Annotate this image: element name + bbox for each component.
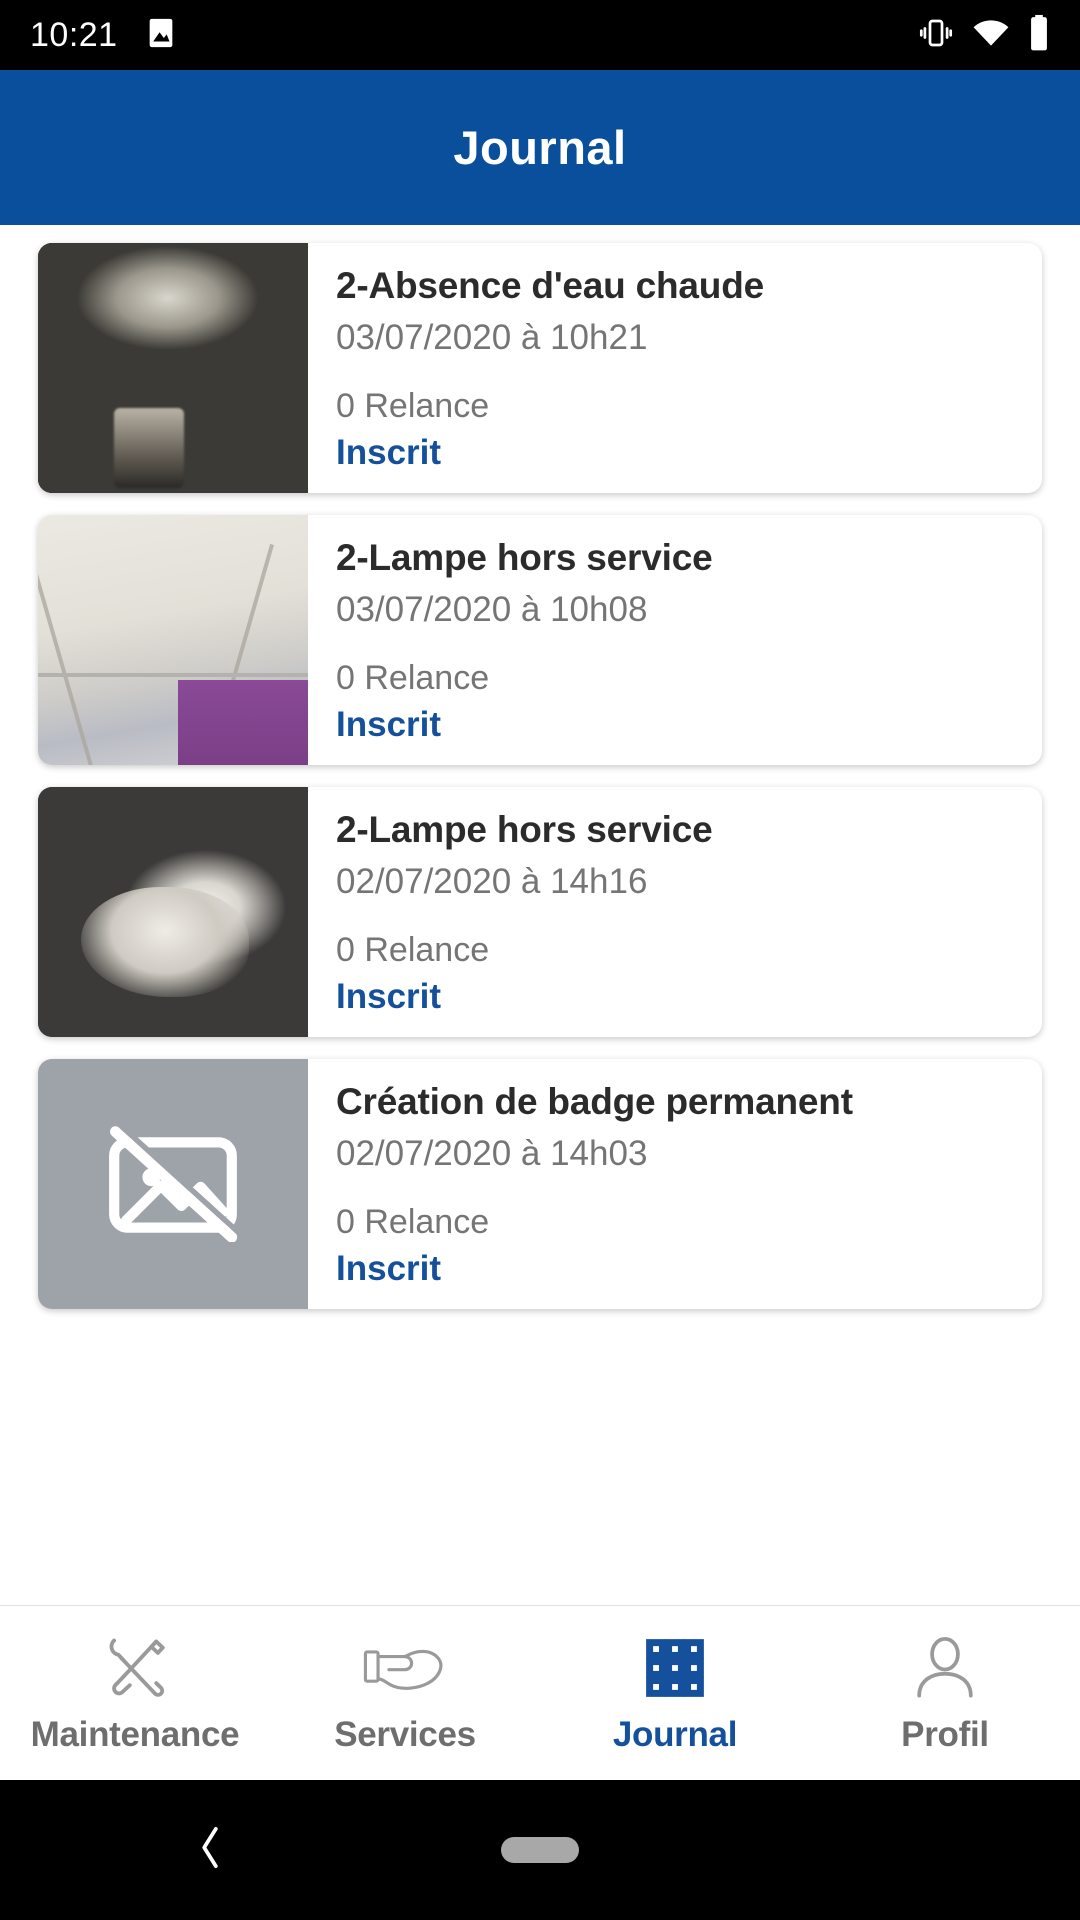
grid-icon <box>640 1631 710 1705</box>
battery-icon <box>1028 14 1050 57</box>
lamp-photo <box>38 787 308 1037</box>
home-pill-indicator[interactable] <box>501 1837 579 1863</box>
list-item-body: 2-Lampe hors service 02/07/2020 à 14h16 … <box>308 787 1042 1037</box>
list-item-title: 2-Lampe hors service <box>336 809 713 850</box>
list-item[interactable]: 2-Lampe hors service 02/07/2020 à 14h16 … <box>38 787 1042 1037</box>
list-item-date: 02/07/2020 à 14h03 <box>336 1134 648 1174</box>
list-item-body: 2-Absence d'eau chaude 03/07/2020 à 10h2… <box>308 243 1042 493</box>
status-bar-notifications <box>144 16 178 55</box>
list-item-body: Création de badge permanent 02/07/2020 à… <box>308 1059 1042 1309</box>
list-item-status[interactable]: Inscrit <box>336 434 1042 473</box>
tab-label: Journal <box>612 1715 738 1754</box>
list-item-title: Création de badge permanent <box>336 1081 853 1122</box>
list-item-relance: 0 Relance <box>336 930 490 969</box>
list-item-status[interactable]: Inscrit <box>336 706 1042 745</box>
list-item-date: 03/07/2020 à 10h08 <box>336 590 648 630</box>
ceiling-photo <box>38 515 308 765</box>
tab-profil[interactable]: Profil <box>810 1606 1080 1780</box>
list-item-relance: 0 Relance <box>336 386 490 425</box>
person-icon <box>909 1631 981 1705</box>
list-item-date: 02/07/2020 à 14h16 <box>336 862 648 902</box>
list-item[interactable]: Création de badge permanent 02/07/2020 à… <box>38 1059 1042 1309</box>
tab-label: Maintenance <box>30 1715 240 1754</box>
list-item-body: 2-Lampe hors service 03/07/2020 à 10h08 … <box>308 515 1042 765</box>
list-item-status[interactable]: Inscrit <box>336 978 1042 1017</box>
image-icon <box>144 16 178 55</box>
bottom-tab-bar: Maintenance Services Journal Profil <box>0 1605 1080 1780</box>
list-item-title: 2-Lampe hors service <box>336 537 713 578</box>
list-item-relance: 0 Relance <box>336 658 490 697</box>
app-header: Journal <box>0 70 1080 225</box>
list-item-relance: 0 Relance <box>336 1202 490 1241</box>
journal-list[interactable]: 2-Absence d'eau chaude 03/07/2020 à 10h2… <box>0 225 1080 1605</box>
app-root: 10:21 Journal 2-Absence d'eau chaude 03/… <box>0 0 1080 1920</box>
list-item[interactable]: 2-Absence d'eau chaude 03/07/2020 à 10h2… <box>38 243 1042 493</box>
android-nav-bar <box>0 1780 1080 1920</box>
hand-offer-icon <box>362 1631 448 1705</box>
list-item-status[interactable]: Inscrit <box>336 1250 1042 1289</box>
list-item-thumbnail <box>38 515 308 765</box>
list-item-thumbnail <box>38 787 308 1037</box>
back-chevron-icon[interactable] <box>190 1820 230 1881</box>
tab-label: Profil <box>901 1715 989 1754</box>
tab-maintenance[interactable]: Maintenance <box>0 1606 270 1780</box>
broken-image-placeholder <box>38 1059 308 1309</box>
wifi-icon <box>972 18 1010 53</box>
status-bar-system-icons <box>918 14 1050 57</box>
broken-image-icon <box>98 1122 248 1247</box>
status-bar-clock: 10:21 <box>30 16 118 54</box>
list-item-thumbnail <box>38 243 308 493</box>
list-item[interactable]: 2-Lampe hors service 03/07/2020 à 10h08 … <box>38 515 1042 765</box>
list-item-title: 2-Absence d'eau chaude <box>336 265 764 306</box>
faucet-photo <box>38 243 308 493</box>
list-item-thumbnail <box>38 1059 308 1309</box>
page-title: Journal <box>453 121 627 174</box>
tools-icon <box>98 1631 172 1705</box>
android-status-bar: 10:21 <box>0 0 1080 70</box>
vibrate-icon <box>918 15 954 56</box>
tab-services[interactable]: Services <box>270 1606 540 1780</box>
list-item-date: 03/07/2020 à 10h21 <box>336 318 648 358</box>
tab-label: Services <box>334 1715 476 1754</box>
tab-journal[interactable]: Journal <box>540 1606 810 1780</box>
